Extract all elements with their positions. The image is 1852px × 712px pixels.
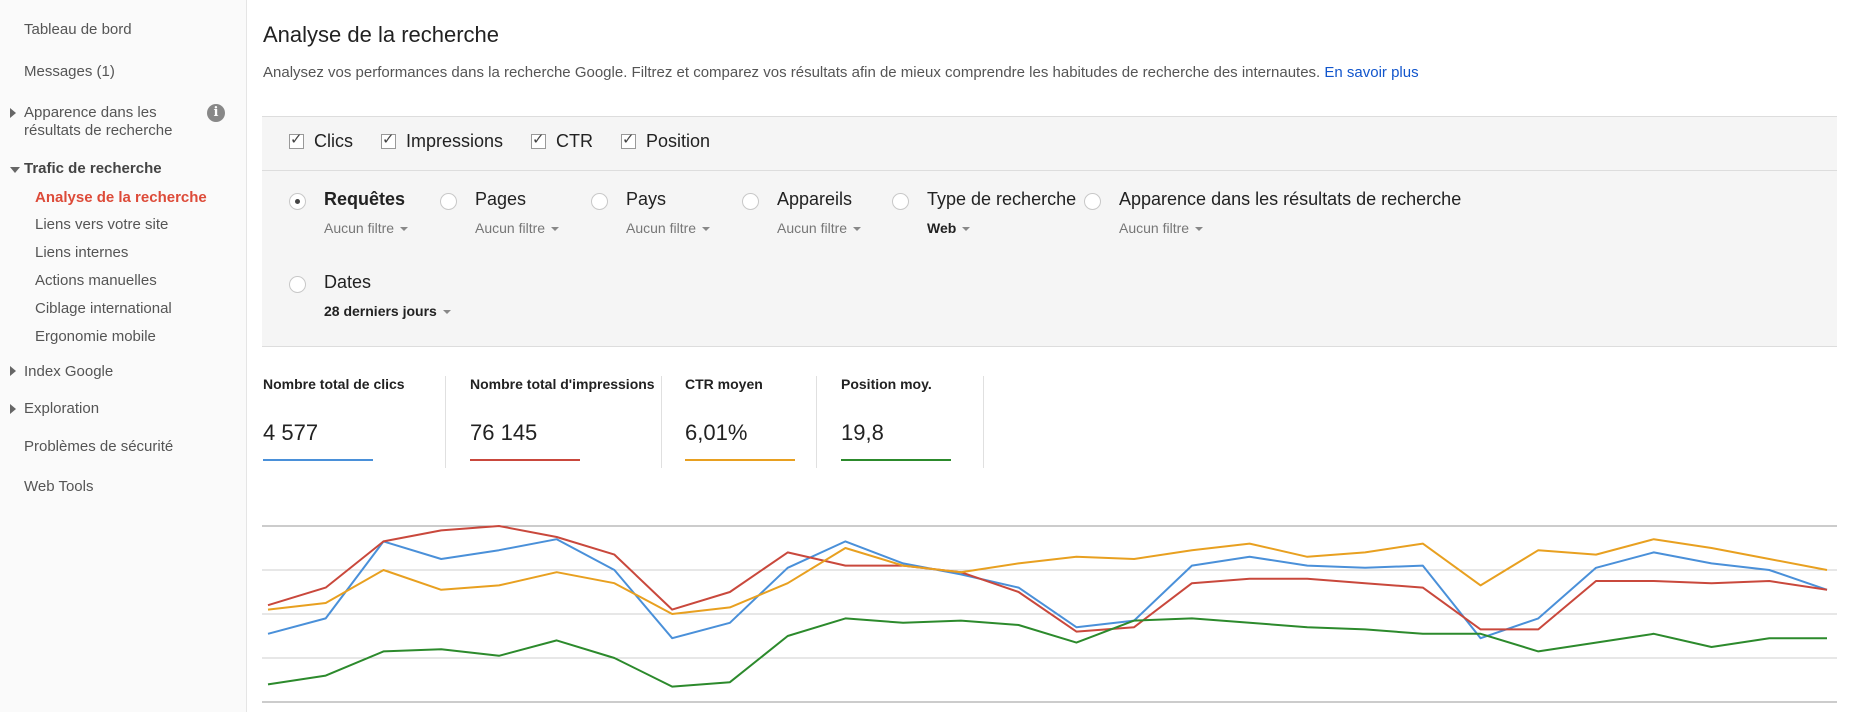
- divider: [983, 376, 984, 468]
- divider: [445, 376, 446, 468]
- checkbox-label: Position: [646, 131, 711, 151]
- divider: [816, 376, 817, 468]
- radio-icon[interactable]: [591, 193, 608, 210]
- checkbox-clicks[interactable]: Clics: [289, 130, 353, 152]
- page-description: Analysez vos performances dans la recher…: [263, 64, 1419, 81]
- caret-down-icon: [702, 227, 711, 232]
- metric-label: Position moy.: [841, 376, 932, 392]
- radio-icon[interactable]: [1084, 193, 1101, 210]
- filter-dropdown[interactable]: 28 derniers jours: [324, 303, 451, 319]
- description-text: Analysez vos performances dans la recher…: [263, 64, 1321, 81]
- filter-panel: Clics Impressions CTR Position Requêtes …: [262, 116, 1837, 347]
- checkbox-position[interactable]: Position: [621, 130, 711, 152]
- metric-label: Nombre total d'impressions: [470, 376, 655, 392]
- collapse-triangle-icon[interactable]: [10, 167, 20, 173]
- sidebar-item-label: Apparence dans les: [24, 104, 157, 121]
- main-content: Analyse de la recherche Analysez vos per…: [247, 0, 1852, 712]
- filter-dropdown[interactable]: Aucun filtre: [1119, 220, 1204, 236]
- grouping-label: Apparence dans les résultats de recherch…: [1119, 189, 1462, 209]
- sidebar: Tableau de bord Messages (1) Apparence d…: [0, 0, 247, 712]
- grouping-label: Type de recherche: [927, 189, 1077, 209]
- checkbox-label: CTR: [556, 131, 594, 151]
- metric-average-ctr[interactable]: CTR moyen 6,01%: [685, 376, 795, 468]
- radio-icon[interactable]: [742, 193, 759, 210]
- filter-dropdown[interactable]: Web: [927, 220, 971, 236]
- info-icon[interactable]: i: [207, 104, 225, 122]
- performance-line-chart: [262, 525, 1837, 703]
- series-line-position[interactable]: [267, 617, 1827, 688]
- metric-total-clicks[interactable]: Nombre total de clics 4 577: [263, 376, 405, 468]
- metric-value: 6,01%: [685, 420, 748, 445]
- radio-icon[interactable]: [289, 276, 306, 293]
- metric-value: 76 145: [470, 420, 538, 445]
- caret-down-icon: [1195, 227, 1204, 232]
- checkbox-label: Clics: [314, 131, 353, 151]
- caret-down-icon: [551, 227, 560, 232]
- caret-down-icon: [400, 227, 409, 232]
- metric-checkboxes: Clics Impressions CTR Position: [289, 130, 738, 152]
- radio-icon[interactable]: [892, 193, 909, 210]
- checkbox-checked-icon: [621, 130, 637, 149]
- sidebar-item-google-index[interactable]: Index Google: [24, 363, 113, 380]
- metric-total-impressions[interactable]: Nombre total d'impressions 76 145: [470, 376, 655, 468]
- metric-color-bar: [841, 459, 951, 461]
- grouping-label: Dates: [324, 272, 372, 292]
- metric-value: 4 577: [263, 420, 319, 445]
- caret-down-icon: [853, 227, 862, 232]
- sidebar-item-links-to-site[interactable]: Liens vers votre site: [35, 216, 168, 233]
- sidebar-item-manual-actions[interactable]: Actions manuelles: [35, 272, 157, 289]
- metric-color-bar: [470, 459, 580, 461]
- learn-more-link[interactable]: En savoir plus: [1324, 64, 1418, 81]
- filter-dropdown[interactable]: Aucun filtre: [475, 220, 560, 236]
- divider: [661, 376, 662, 468]
- sidebar-item-crawl[interactable]: Exploration: [24, 400, 99, 417]
- checkbox-checked-icon: [531, 130, 547, 149]
- grouping-label: Requêtes: [324, 189, 406, 209]
- radio-icon[interactable]: [440, 193, 457, 210]
- grouping-label: Pages: [475, 189, 527, 209]
- sidebar-item-label: résultats de recherche: [24, 122, 173, 139]
- sidebar-item-messages[interactable]: Messages (1): [24, 63, 115, 80]
- caret-down-icon: [442, 310, 451, 315]
- checkbox-impressions[interactable]: Impressions: [381, 130, 504, 152]
- checkbox-label: Impressions: [406, 131, 504, 151]
- page-title: Analyse de la recherche: [263, 22, 500, 47]
- filter-dropdown[interactable]: Aucun filtre: [777, 220, 862, 236]
- metric-color-bar: [263, 459, 373, 461]
- sidebar-item-security[interactable]: Problèmes de sécurité: [24, 438, 173, 455]
- filter-dropdown[interactable]: Aucun filtre: [626, 220, 711, 236]
- metric-color-bar: [685, 459, 795, 461]
- sidebar-item-dashboard[interactable]: Tableau de bord: [24, 21, 132, 38]
- sidebar-item-intl-targeting[interactable]: Ciblage international: [35, 300, 172, 317]
- sidebar-item-mobile-usability[interactable]: Ergonomie mobile: [35, 328, 156, 345]
- checkbox-checked-icon: [289, 130, 304, 149]
- series-line-impressions[interactable]: [267, 525, 1828, 633]
- sidebar-item-search-appearance[interactable]: Apparence dans les résultats de recherch…: [24, 104, 172, 139]
- grouping-label: Pays: [626, 189, 667, 209]
- expand-triangle-icon[interactable]: [10, 108, 16, 118]
- checkbox-checked-icon: [381, 130, 396, 149]
- caret-down-icon: [962, 227, 971, 232]
- divider: [262, 170, 1837, 171]
- metric-average-position[interactable]: Position moy. 19,8: [841, 376, 951, 468]
- sidebar-item-internal-links[interactable]: Liens internes: [35, 244, 128, 261]
- metric-label: Nombre total de clics: [263, 376, 405, 392]
- sidebar-item-search-traffic[interactable]: Trafic de recherche: [24, 160, 162, 177]
- grouping-label: Appareils: [777, 189, 853, 209]
- sidebar-item-search-analytics[interactable]: Analyse de la recherche: [35, 189, 207, 206]
- checkbox-ctr[interactable]: CTR: [531, 130, 594, 152]
- expand-triangle-icon[interactable]: [10, 366, 16, 376]
- filter-dropdown[interactable]: Aucun filtre: [324, 220, 409, 236]
- radio-selected-icon[interactable]: [289, 193, 306, 210]
- expand-triangle-icon[interactable]: [10, 404, 16, 414]
- sidebar-item-web-tools[interactable]: Web Tools: [24, 478, 94, 495]
- metric-label: CTR moyen: [685, 376, 763, 392]
- metric-value: 19,8: [841, 420, 884, 445]
